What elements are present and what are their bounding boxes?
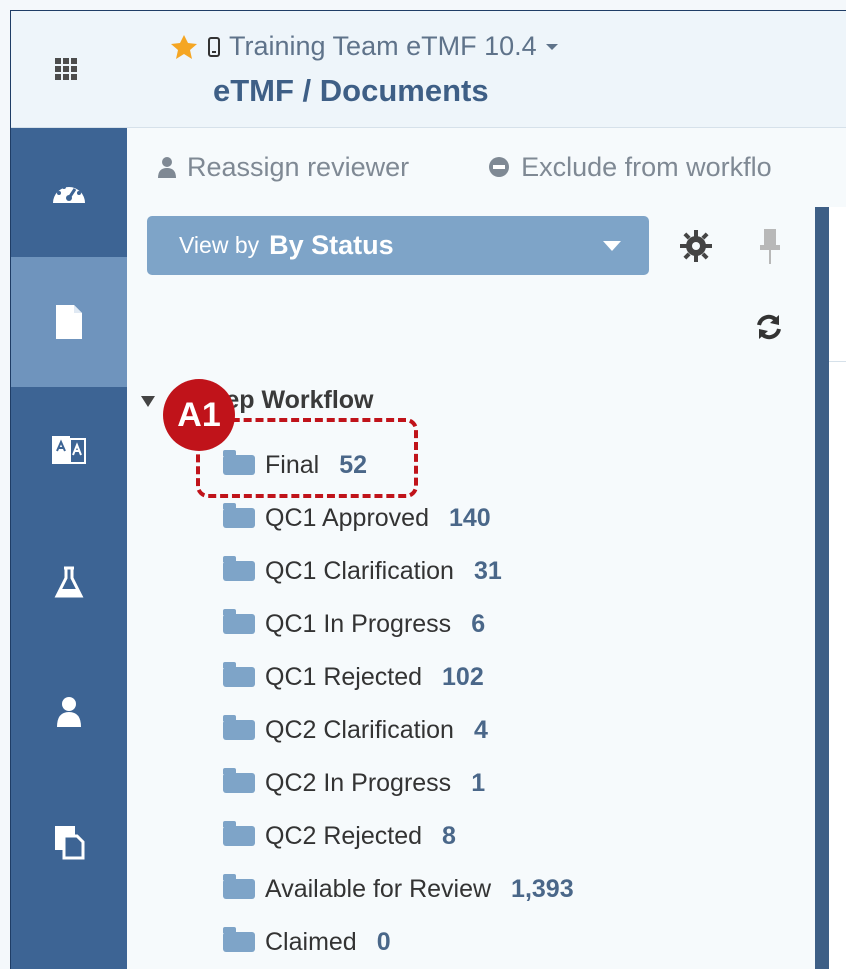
folder-icon (223, 503, 255, 528)
tree-item-label: QC1 Rejected (265, 662, 423, 691)
exclude-from-workflow-label: Exclude from workflo (521, 151, 772, 182)
tree-item-label: QC1 Clarification (265, 556, 454, 585)
tree-item-label: QC1 In Progress (265, 609, 452, 638)
rail-copies[interactable] (11, 777, 127, 907)
app-switcher[interactable]: Training Team eTMF 10.4 (169, 31, 559, 62)
page-title: eTMF / Documents (213, 73, 489, 108)
minus-circle-icon (489, 157, 510, 177)
apps-menu[interactable] (11, 11, 127, 128)
flask-icon (54, 566, 84, 598)
tree-item-label: QC2 Rejected (265, 821, 423, 850)
folder-icon (223, 768, 255, 793)
left-rail (11, 11, 127, 969)
tree-item-label: Claimed (265, 927, 357, 956)
reassign-reviewer-label: Reassign reviewer (187, 151, 410, 182)
tree-item-count: 6 (471, 609, 486, 638)
tree-item-count: 4 (473, 715, 488, 744)
tree-item-count: 140 (449, 503, 491, 532)
tree-item-count: 0 (376, 927, 391, 956)
user-icon (57, 697, 81, 727)
apps-grid-icon (55, 58, 77, 80)
tree-item-qc1-approved[interactable]: QC1 Approved 140 (223, 503, 491, 533)
gear-icon (680, 230, 712, 262)
tree-item-qc2-in-progress[interactable]: QC2 In Progress 1 (223, 768, 485, 798)
star-icon[interactable] (169, 33, 199, 61)
tree-item-label: QC1 Approved (265, 503, 429, 532)
tree-item-label: Available for Review (265, 874, 492, 903)
rail-lab[interactable] (11, 517, 127, 647)
folder-icon (223, 874, 255, 899)
tree-item-qc1-clarification[interactable]: QC1 Clarification 31 (223, 556, 502, 586)
folder-icon (223, 821, 255, 846)
tree-item-count: 1,393 (511, 874, 574, 903)
folder-icon (223, 927, 255, 952)
refresh-button[interactable] (755, 313, 783, 346)
view-by-dropdown[interactable]: View by By Status (147, 216, 649, 275)
tree-item-count: 8 (442, 821, 456, 850)
panel-divider (829, 361, 846, 362)
tree-item-count: 1 (471, 768, 486, 797)
view-by-value: By Status (269, 230, 394, 260)
tree-item-count: 31 (473, 556, 502, 585)
pin-button[interactable] (759, 227, 781, 270)
pin-icon (760, 229, 780, 264)
tree-group-label[interactable]: tep Workflow (217, 386, 373, 415)
tree-item-count: 102 (442, 662, 484, 691)
rail-documents[interactable] (11, 257, 127, 387)
exclude-from-workflow-button[interactable]: Exclude from workflo (487, 152, 772, 183)
view-by-label: View by (179, 232, 260, 258)
tree-item-label: QC2 Clarification (265, 715, 454, 744)
tree-item-qc1-in-progress[interactable]: QC1 In Progress 6 (223, 609, 485, 639)
tree-item-qc2-rejected[interactable]: QC2 Rejected 8 (223, 821, 456, 851)
dashboard-icon (53, 185, 85, 203)
app-window: Training Team eTMF 10.4 eTMF / Documents… (10, 10, 846, 969)
tree-item-qc2-clarification[interactable]: QC2 Clarification 4 (223, 715, 488, 745)
app-name[interactable]: Training Team eTMF 10.4 (229, 31, 537, 62)
folder-icon (223, 715, 255, 740)
page-header: Training Team eTMF 10.4 eTMF / Documents (127, 11, 846, 128)
document-icon (56, 305, 82, 339)
chevron-down-icon[interactable] (545, 42, 559, 52)
refresh-icon (757, 314, 781, 340)
document-panel (815, 207, 846, 969)
document-toolbar: Reassign reviewer Exclude from workflo (127, 127, 846, 207)
mobile-icon (208, 36, 220, 57)
copy-icon (55, 826, 85, 860)
tree-item-label: QC2 In Progress (265, 768, 452, 797)
rail-users[interactable] (11, 647, 127, 777)
callout-badge-a1: A1 (163, 379, 235, 451)
translate-icon (52, 436, 86, 464)
tree-item-claimed[interactable]: Claimed 0 (223, 927, 391, 957)
chevron-down-icon[interactable] (603, 241, 621, 251)
settings-button[interactable] (679, 229, 713, 268)
collapse-toggle[interactable] (141, 396, 155, 407)
user-icon (158, 157, 176, 178)
rail-translate[interactable] (11, 387, 127, 517)
reassign-reviewer-button[interactable]: Reassign reviewer (157, 152, 409, 183)
tree-item-available-for-review[interactable]: Available for Review 1,393 (223, 874, 574, 904)
tree-item-qc1-rejected[interactable]: QC1 Rejected 102 (223, 662, 484, 692)
folder-icon (223, 609, 255, 634)
rail-dashboard[interactable] (11, 127, 127, 257)
folder-icon (223, 662, 255, 687)
folder-icon (223, 556, 255, 581)
